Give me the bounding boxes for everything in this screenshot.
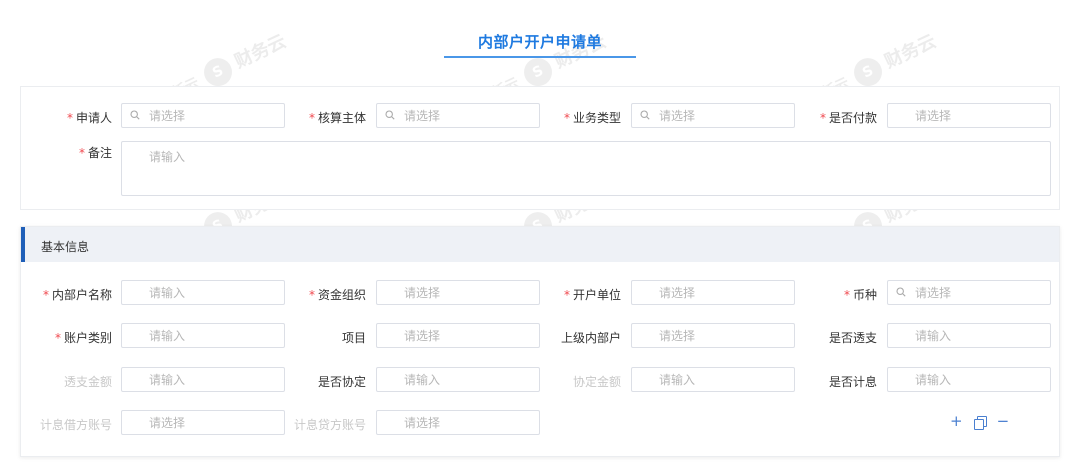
is-interest-input[interactable]: 请输入	[887, 367, 1051, 392]
remark-placeholder: 请输入	[149, 150, 186, 164]
is-agreement-input[interactable]: 请输入	[376, 367, 540, 392]
currency-placeholder: 请选择	[915, 286, 952, 300]
applicant-placeholder: 请选择	[149, 109, 186, 123]
accounting-entity-placeholder: 请选择	[404, 109, 441, 123]
interest-debit-account-placeholder: 请选择	[149, 416, 186, 430]
agreement-amount-input[interactable]: 请输入	[631, 367, 795, 392]
row-actions: + −	[950, 414, 1010, 430]
search-icon	[640, 110, 650, 120]
internal-account-name-input[interactable]: 请输入	[121, 280, 285, 305]
opening-unit-label: * 开户单位	[563, 288, 621, 302]
business-type-placeholder: 请选择	[659, 109, 696, 123]
accounting-entity-select[interactable]: 请选择	[376, 103, 540, 128]
interest-debit-account-label: 计息借方账号	[39, 418, 112, 432]
search-icon	[896, 287, 906, 297]
is-payment-select[interactable]: 请选择	[887, 103, 1051, 128]
is-agreement-placeholder: 请输入	[404, 373, 441, 387]
parent-internal-account-select[interactable]: 请选择	[631, 323, 795, 348]
project-placeholder: 请选择	[404, 329, 441, 343]
interest-debit-account-select[interactable]: 请选择	[121, 410, 285, 435]
project-select[interactable]: 请选择	[376, 323, 540, 348]
opening-unit-placeholder: 请选择	[659, 286, 696, 300]
accounting-entity-label: * 核算主体	[308, 111, 366, 125]
business-type-select[interactable]: 请选择	[631, 103, 795, 128]
overdraft-amount-placeholder: 请输入	[149, 373, 186, 387]
remark-textarea[interactable]: 请输入	[121, 141, 1051, 196]
business-type-label: * 业务类型	[563, 111, 621, 125]
is-interest-label: 是否计息	[828, 375, 877, 389]
is-overdraft-placeholder: 请输入	[915, 329, 952, 343]
agreement-amount-placeholder: 请输入	[659, 373, 696, 387]
copy-icon[interactable]	[973, 415, 987, 430]
parent-internal-account-label: 上级内部户	[560, 331, 621, 345]
is-overdraft-label: 是否透支	[828, 331, 877, 345]
fund-org-select[interactable]: 请选择	[376, 280, 540, 305]
interest-credit-account-label: 计息贷方账号	[293, 418, 366, 432]
internal-account-name-placeholder: 请输入	[149, 286, 186, 300]
fund-org-label: * 资金组织	[308, 288, 366, 302]
section-header: 基本信息	[21, 227, 1059, 262]
is-overdraft-input[interactable]: 请输入	[887, 323, 1051, 348]
account-category-input[interactable]: 请输入	[121, 323, 285, 348]
plus-icon[interactable]: +	[950, 414, 963, 429]
is-payment-placeholder: 请选择	[915, 109, 952, 123]
search-icon	[385, 110, 395, 120]
overdraft-amount-input[interactable]: 请输入	[121, 367, 285, 392]
minus-icon[interactable]: −	[997, 414, 1010, 429]
is-payment-label: * 是否付款	[819, 111, 877, 125]
remark-label: * 备注	[78, 146, 112, 160]
account-category-placeholder: 请输入	[149, 329, 186, 343]
parent-internal-account-placeholder: 请选择	[659, 329, 696, 343]
interest-credit-account-placeholder: 请选择	[404, 416, 441, 430]
agreement-amount-label: 协定金额	[572, 375, 621, 389]
project-label: 项目	[341, 331, 366, 345]
fund-org-placeholder: 请选择	[404, 286, 441, 300]
internal-account-name-label: * 内部户名称	[42, 288, 112, 302]
account-category-label: * 账户类别	[54, 331, 112, 345]
interest-credit-account-select[interactable]: 请选择	[376, 410, 540, 435]
applicant-select[interactable]: 请选择	[121, 103, 285, 128]
currency-label: * 币种	[843, 288, 877, 302]
opening-unit-select[interactable]: 请选择	[631, 280, 795, 305]
overdraft-amount-label: 透支金额	[63, 375, 112, 389]
search-icon	[130, 110, 140, 120]
section-title: 基本信息	[41, 240, 90, 254]
page-title: 内部户开户申请单	[444, 31, 636, 58]
is-interest-placeholder: 请输入	[915, 373, 952, 387]
is-agreement-label: 是否协定	[317, 375, 366, 389]
currency-select[interactable]: 请选择	[887, 280, 1051, 305]
applicant-label: * 申请人	[66, 111, 112, 125]
